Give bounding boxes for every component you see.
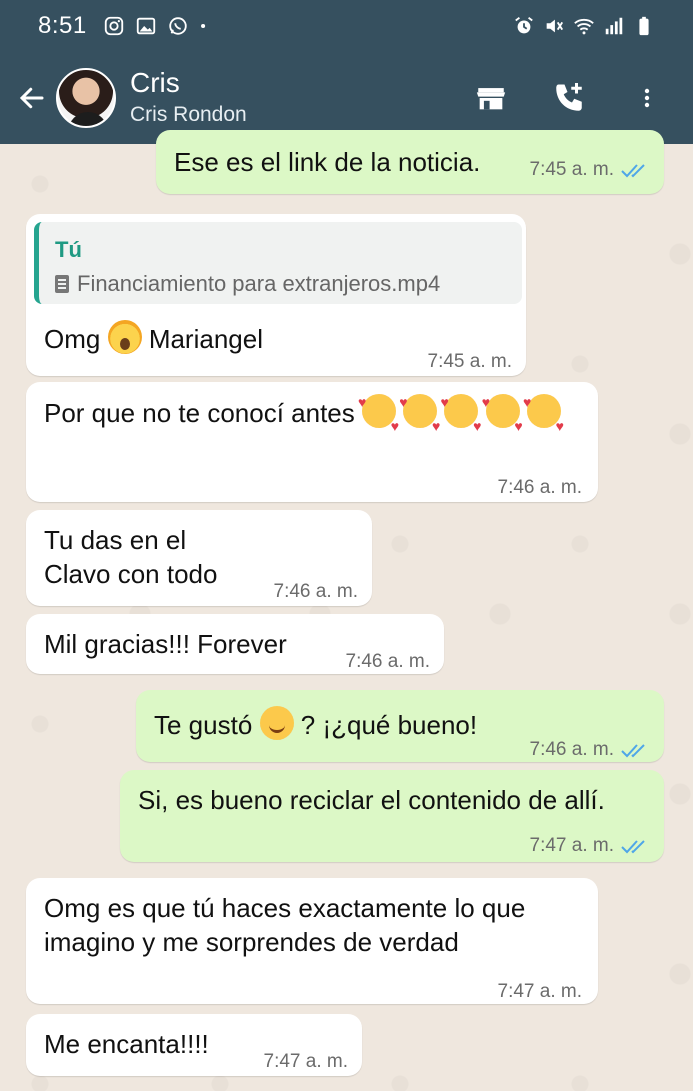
- quote-file: Financiamiento para extranjeros.mp4: [55, 266, 440, 302]
- instagram-icon: [104, 16, 123, 36]
- message-bubble-incoming[interactable]: Tu das en el Clavo con todo 7:46 a. m.: [26, 510, 372, 606]
- message-meta: 7:47 a. m.: [530, 828, 651, 864]
- message-bubble-incoming[interactable]: Mil gracias!!! Forever 7:46 a. m.: [26, 614, 444, 674]
- double-check-icon: [621, 744, 645, 758]
- status-bar: 8:51: [0, 0, 693, 52]
- message-text: Mariangel: [148, 324, 263, 354]
- message-text: Omg: [44, 324, 101, 354]
- message-text: Te gustó: [154, 710, 253, 740]
- screaming-face-emoji-icon: [107, 320, 142, 354]
- contact-name: Cris: [130, 67, 180, 98]
- battery-icon: [639, 16, 649, 36]
- document-icon: [55, 275, 69, 293]
- back-button[interactable]: [8, 74, 56, 122]
- smiling-hearts-emoji-icon: [523, 384, 564, 444]
- smiling-hearts-emoji-icon: [399, 384, 440, 444]
- message-bubble-outgoing[interactable]: Ese es el link de la noticia. 7:45 a. m.: [156, 130, 664, 194]
- message-meta: 7:46 a. m.: [530, 732, 651, 768]
- message-text: Por que no te conocí antes: [44, 398, 355, 428]
- store-button[interactable]: [471, 78, 511, 118]
- whatsapp-icon: [169, 17, 187, 35]
- message-bubble-incoming[interactable]: Tú Financiamiento para extranjeros.mp4 O…: [26, 214, 526, 376]
- message-time: 7:46 a. m.: [529, 739, 615, 760]
- quoted-message[interactable]: Tú Financiamiento para extranjeros.mp4: [34, 222, 522, 304]
- message-text: Omg es que tú haces exactamente lo que: [44, 893, 526, 923]
- message-time: 7:47 a. m.: [529, 835, 615, 856]
- more-vertical-icon: [644, 88, 650, 108]
- alarm-icon: [515, 17, 533, 34]
- message-text-row: Por que no te conocí antes: [44, 384, 584, 444]
- message-text: Tu das en el: [44, 525, 187, 555]
- double-check-icon: [621, 840, 645, 854]
- contact-subtitle: Cris Rondon: [130, 103, 247, 126]
- message-time: 7:46 a. m.: [273, 581, 359, 602]
- add-call-button[interactable]: [549, 78, 589, 118]
- gallery-icon: [136, 17, 155, 35]
- message-text-row: Te gustó ? ¡¿qué bueno!: [154, 706, 477, 743]
- message-text: imagino y me sorprendes de verdad: [44, 927, 459, 957]
- mute-icon: [546, 19, 564, 33]
- message-text: Si, es bueno reciclar el contenido de al…: [138, 785, 605, 815]
- message-text: Ese es el link de la noticia.: [174, 147, 481, 177]
- message-time: 7:46 a. m.: [497, 477, 583, 498]
- message-time: 7:45 a. m.: [529, 159, 615, 180]
- smiling-hearts-emoji-icon: [358, 384, 399, 444]
- message-text-row: Omg Mariangel: [44, 320, 263, 357]
- status-left-icons: [103, 15, 213, 37]
- message-time: 7:47 a. m.: [497, 981, 583, 1002]
- header-actions: [471, 78, 693, 118]
- signal-icon: [605, 17, 623, 35]
- contact-info[interactable]: Cris Cris Rondon: [130, 67, 247, 129]
- double-check-icon: [621, 164, 645, 178]
- message-list[interactable]: Ese es el link de la noticia. 7:45 a. m.…: [0, 130, 693, 1091]
- store-icon: [476, 88, 506, 110]
- status-right-icons: [513, 15, 655, 37]
- quote-author: Tú: [55, 237, 82, 262]
- message-bubble-incoming[interactable]: Por que no te conocí antes 7:46 a. m.: [26, 382, 598, 502]
- arrow-left-icon: [19, 87, 44, 109]
- more-options-button[interactable]: [627, 78, 667, 118]
- message-time: 7:46 a. m.: [345, 651, 431, 672]
- status-time: 8:51: [38, 12, 87, 39]
- message-bubble-incoming[interactable]: Omg es que tú haces exactamente lo que i…: [26, 878, 598, 1004]
- wifi-icon: [574, 18, 594, 35]
- message-bubble-incoming[interactable]: Me encanta!!!! 7:47 a. m.: [26, 1014, 362, 1076]
- message-meta: 7:45 a. m.: [530, 152, 651, 188]
- quote-file-name: Financiamiento para extranjeros.mp4: [77, 271, 441, 296]
- message-text: Me encanta!!!!: [44, 1029, 209, 1059]
- message-time: 7:47 a. m.: [263, 1051, 349, 1072]
- smiling-hearts-emoji-icon: [440, 384, 481, 444]
- message-text: Mil gracias!!! Forever: [44, 629, 287, 659]
- contact-avatar[interactable]: [56, 68, 116, 128]
- add-call-icon: [556, 83, 582, 111]
- smiling-hearts-emoji-icon: [482, 384, 523, 444]
- message-bubble-outgoing[interactable]: Si, es bueno reciclar el contenido de al…: [120, 770, 664, 862]
- smiling-face-emoji-icon: [259, 706, 294, 740]
- message-bubble-outgoing[interactable]: Te gustó ? ¡¿qué bueno! 7:46 a. m.: [136, 690, 664, 762]
- message-time: 7:45 a. m.: [427, 351, 513, 372]
- dot-icon: [200, 23, 205, 29]
- message-text: ? ¡¿qué bueno!: [300, 710, 478, 740]
- whatsapp-chat-screen: 8:51 Cris Cris Rondon Ese es el link de …: [0, 0, 693, 1091]
- message-text: Clavo con todo: [44, 559, 218, 589]
